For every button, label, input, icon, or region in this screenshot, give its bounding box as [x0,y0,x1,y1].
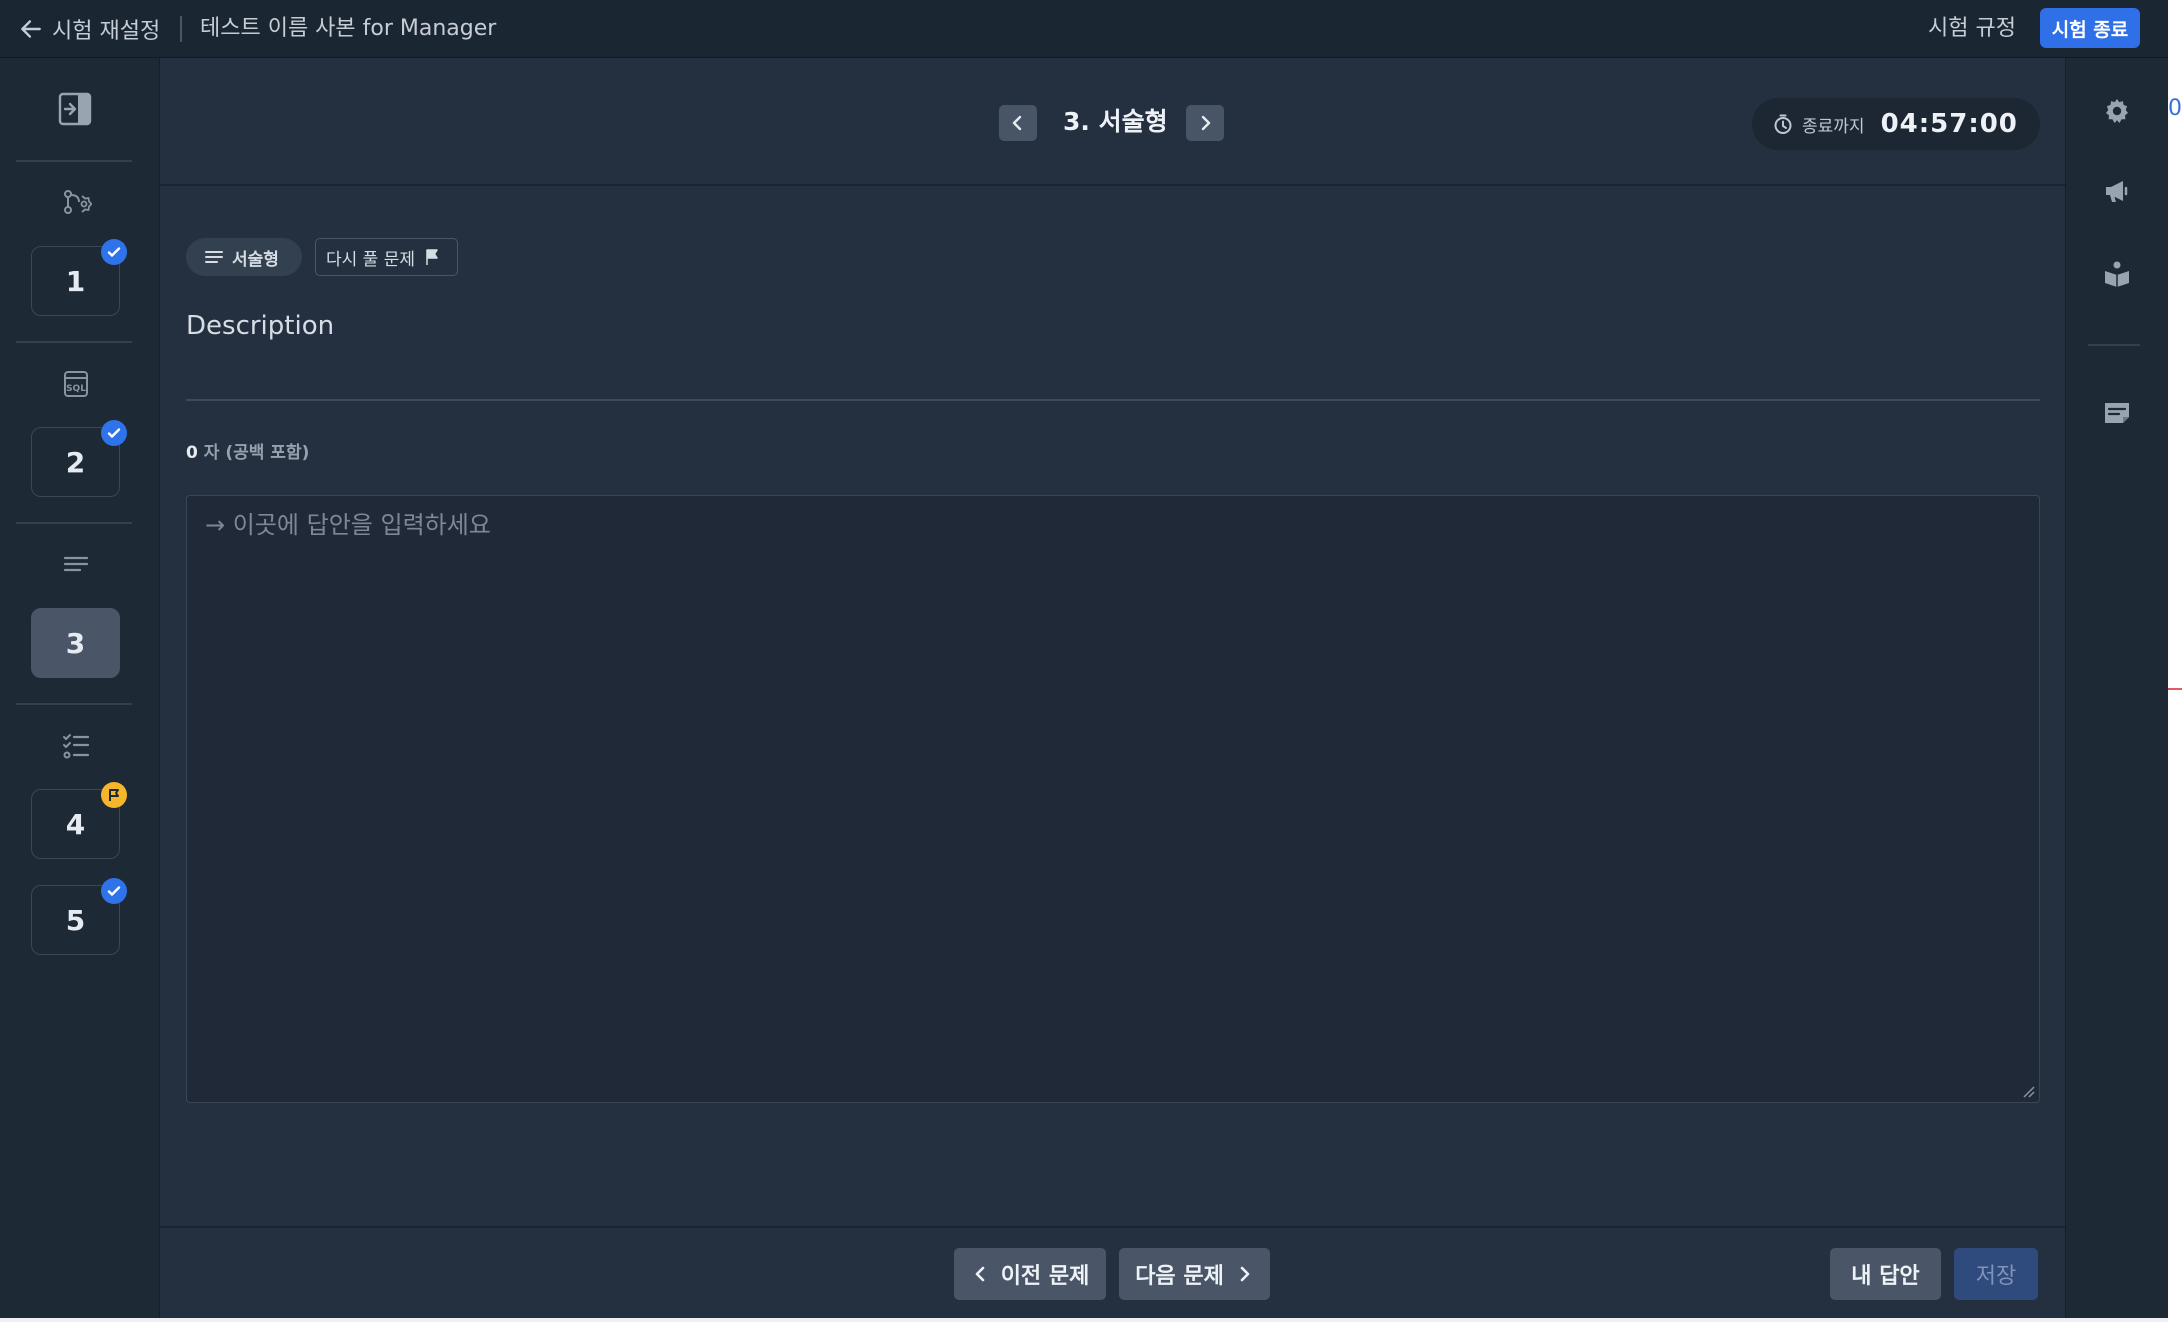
background-window-text: 0 [2168,96,2182,121]
background-window-edge: 0 [2168,0,2182,1322]
arrow-left-icon [21,20,41,38]
question-button-5[interactable]: 5 [31,878,127,955]
question-type-label: 서술형 [232,249,279,270]
gear-icon[interactable] [2102,96,2132,126]
question-button-2[interactable]: 2 [31,420,127,497]
character-count-suffix: 자 (공백 포함) [197,443,310,463]
end-exam-button[interactable]: 시험 종료 [2040,8,2140,48]
check-icon [107,247,121,257]
description-divider [186,399,2040,401]
flag-icon [109,789,119,801]
sql-icon: SQL [64,371,88,397]
svg-text:SQL: SQL [66,384,86,394]
question-description: Description [186,311,335,341]
chevron-left-icon [975,1266,984,1282]
essay-icon [205,251,223,263]
answer-textarea[interactable]: → 이곳에 답안을 입력하세요 [186,495,2040,1103]
previous-question-arrow[interactable] [999,105,1037,141]
answer-placeholder: → 이곳에 답안을 입력하세요 [205,511,491,539]
stopwatch-icon [1774,114,1792,134]
multiple-choice-icon [63,734,90,759]
question-type-chip: 서술형 [186,238,302,276]
answered-badge [101,878,127,904]
question-title: 3. 서술형 [1063,107,1168,136]
reset-exam-button[interactable]: 시험 재설정 [18,13,160,45]
character-count: 0 자 (공백 포함) [186,440,309,466]
answered-badge [101,420,127,446]
countdown-timer: 종료까지 04:57:00 [1752,98,2040,150]
resize-handle-icon[interactable] [2021,1084,2035,1098]
question-button-3[interactable]: 3 [31,608,120,678]
flag-icon [426,249,438,265]
previous-question-label: 이전 문제 [1000,1264,1090,1289]
question-sidebar: 1 SQL 2 3 4 5 [0,58,160,1318]
chevron-right-icon [1240,1266,1250,1282]
coding-icon [64,190,92,214]
question-footer: 이전 문제 다음 문제 내 답안 저장 [160,1226,2065,1318]
previous-question-button[interactable]: 이전 문제 [954,1248,1106,1300]
question-number: 2 [65,445,86,479]
next-question-arrow[interactable] [1186,105,1224,141]
character-count-value: 0 [186,443,198,463]
timer-value: 04:57:00 [1880,109,2018,139]
question-number: 1 [65,264,86,298]
question-button-4[interactable]: 4 [31,782,127,859]
question-number: 4 [65,807,86,841]
question-number: 5 [65,903,86,937]
question-number: 3 [65,626,86,660]
memo-icon[interactable] [2102,398,2132,428]
sidebar-divider [16,341,132,343]
sidebar-toggle-icon[interactable] [58,92,92,126]
flagged-badge [101,782,127,808]
save-button[interactable]: 저장 [1954,1248,2038,1300]
exam-app: 시험 재설정 테스트 이름 사본 for Manager 시험 규정 시험 종료… [0,0,2168,1318]
sidebar-divider [16,703,132,705]
timer-label: 종료까지 [1802,116,1865,137]
exam-title: 테스트 이름 사본 for Manager [200,16,497,41]
question-button-1[interactable]: 1 [31,239,127,316]
chevron-left-icon [1012,115,1022,131]
tool-sidebar-divider [2088,344,2140,346]
review-later-toggle[interactable]: 다시 풀 문제 [315,238,458,276]
sidebar-divider [16,522,132,524]
check-icon [107,428,121,438]
next-question-label: 다음 문제 [1135,1264,1224,1289]
review-later-label: 다시 풀 문제 [326,249,416,270]
question-header: 3. 서술형 종료까지 04:57:00 [160,58,2065,186]
top-bar: 시험 재설정 테스트 이름 사본 for Manager 시험 규정 시험 종료 [0,0,2168,58]
title-divider [180,16,182,42]
background-window-line [2168,688,2182,690]
my-answers-button[interactable]: 내 답안 [1830,1248,1941,1300]
tool-sidebar [2065,58,2168,1318]
sidebar-divider [16,160,132,162]
chevron-right-icon [1201,115,1211,131]
reading-book-icon[interactable] [2102,258,2132,288]
reset-exam-label: 시험 재설정 [52,19,161,44]
essay-icon [63,556,89,572]
megaphone-icon[interactable] [2102,176,2132,206]
next-question-button[interactable]: 다음 문제 [1119,1248,1270,1300]
answered-badge [101,239,127,265]
check-icon [107,886,121,896]
exam-rules-link[interactable]: 시험 규정 [1928,13,2016,45]
